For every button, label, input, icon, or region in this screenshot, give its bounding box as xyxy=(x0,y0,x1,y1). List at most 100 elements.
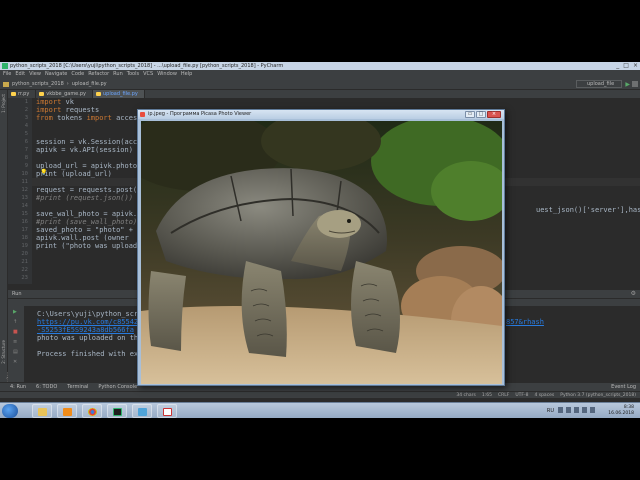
taskbar-explorer[interactable] xyxy=(32,404,52,418)
line-number: 23 xyxy=(21,275,28,281)
code-line-2: import requests xyxy=(36,106,100,114)
tray-flag-icon[interactable] xyxy=(566,407,571,413)
soft-wrap-icon[interactable]: ≡ xyxy=(13,340,19,345)
start-button[interactable] xyxy=(2,404,18,418)
line-number: 20 xyxy=(21,251,28,257)
lightbulb-icon[interactable]: 💡 xyxy=(40,169,47,176)
tray-network-icon[interactable] xyxy=(574,407,579,413)
menu-help[interactable]: Help xyxy=(181,70,192,78)
status-chars: 34 chars xyxy=(456,393,476,398)
clear-icon[interactable]: ✕ xyxy=(13,360,19,365)
menu-file[interactable]: File xyxy=(3,70,11,78)
python-file-icon xyxy=(11,92,16,96)
tool-todo-button[interactable]: 6: TODO xyxy=(36,383,57,391)
code-line-5: session = vk.Session(acce xyxy=(36,138,142,146)
taskbar-picasa-viewer[interactable] xyxy=(132,404,152,418)
structure-tool-button[interactable]: 2: Structure xyxy=(1,340,6,364)
tray-battery-icon[interactable] xyxy=(590,407,595,413)
line-number: 7 xyxy=(24,147,28,153)
tool-run-button[interactable]: 4: Run xyxy=(10,383,26,391)
window-controls: _ □ × xyxy=(616,62,638,70)
breadcrumb-file[interactable]: upload_file.py xyxy=(72,80,107,88)
code-line-3: from tokens import access xyxy=(36,114,142,122)
taskbar-pycharm[interactable] xyxy=(107,404,127,418)
taskbar-chrome[interactable] xyxy=(82,404,102,418)
line-number: 10 xyxy=(21,171,28,177)
picasa-icon xyxy=(140,112,145,117)
tab-label: upload_file.py xyxy=(102,91,138,97)
code-line-11: request = requests.post(u xyxy=(36,186,142,194)
tray-volume-icon[interactable] xyxy=(582,407,587,413)
clock[interactable]: 8:38 16.06.2018 xyxy=(608,405,634,417)
line-number: 13 xyxy=(21,195,28,201)
pycharm-icon xyxy=(113,408,122,416)
line-number: 3 xyxy=(24,115,28,121)
menu-run[interactable]: Run xyxy=(113,70,123,78)
menu-vcs[interactable]: VCS xyxy=(143,70,153,78)
project-tool-button[interactable]: 1: Project xyxy=(1,94,6,113)
menu-code[interactable]: Code xyxy=(71,70,84,78)
tab-vkbbe-game[interactable]: vkbbe_game.py xyxy=(36,90,93,98)
menu-window[interactable]: Window xyxy=(157,70,177,78)
viewer-minimize-button[interactable]: ▭ xyxy=(465,111,475,118)
status-line-separator[interactable]: CRLF xyxy=(498,392,509,399)
photo-viewer-title-bar[interactable]: ip.jpeg - Программа Picasa Photo Viewer … xyxy=(138,110,504,119)
line-number: 8 xyxy=(24,155,28,161)
photo-viewer-window[interactable]: ip.jpeg - Программа Picasa Photo Viewer … xyxy=(137,109,505,386)
status-position[interactable]: 1:65 xyxy=(482,392,492,399)
tab-upload-file[interactable]: upload_file.py xyxy=(92,90,145,98)
menu-edit[interactable]: Edit xyxy=(15,70,25,78)
console-line-6: Process finished with ex xyxy=(37,350,139,358)
line-number: 21 xyxy=(21,259,28,265)
menu-tools[interactable]: Tools xyxy=(127,70,139,78)
menu-refactor[interactable]: Refactor xyxy=(88,70,109,78)
menu-bar: File Edit View Navigate Code Refactor Ru… xyxy=(0,70,640,78)
code-line-15: #print (save_wall_photo) xyxy=(36,218,138,226)
console-link-right[interactable]: 857&rhash xyxy=(506,318,544,326)
menu-view[interactable]: View xyxy=(29,70,41,78)
run-panel-title: Run xyxy=(12,291,22,297)
navigation-bar: python_scripts_2018 › upload_file.py upl… xyxy=(0,78,640,90)
status-encoding[interactable]: UTF-8 xyxy=(515,392,528,399)
viewer-close-button[interactable]: × xyxy=(487,111,501,118)
breadcrumb: python_scripts_2018 › upload_file.py xyxy=(3,80,107,88)
system-tray xyxy=(558,407,604,414)
tool-python-console-button[interactable]: Python Console xyxy=(98,383,137,391)
tab-rr[interactable]: rr.py xyxy=(8,90,37,98)
event-log-button[interactable]: Event Log xyxy=(611,383,636,391)
rerun-icon[interactable]: ▶ xyxy=(13,310,19,315)
close-button[interactable]: × xyxy=(633,62,638,70)
taskbar-sublime-text[interactable] xyxy=(57,404,77,418)
run-icon[interactable]: ▶ xyxy=(625,81,630,88)
status-indent[interactable]: 4 spaces xyxy=(534,392,554,399)
console-link-2[interactable]: -S5253fE5S9243a8db566fa xyxy=(37,326,134,334)
console-link-1[interactable]: https://pu.vk.com/c85542 xyxy=(37,318,138,326)
maximize-button[interactable]: □ xyxy=(623,62,629,70)
status-interpreter[interactable]: Python 3.7 (python_scripts_2018) xyxy=(560,392,636,399)
scroll-up-icon[interactable]: ↑ xyxy=(13,320,19,325)
menu-navigate[interactable]: Navigate xyxy=(45,70,67,78)
taskbar-pdf-reader[interactable] xyxy=(157,404,177,418)
language-indicator[interactable]: RU xyxy=(547,408,554,414)
viewer-maximize-button[interactable]: □ xyxy=(476,111,486,118)
search-everywhere-icon[interactable] xyxy=(632,81,638,87)
tool-terminal-button[interactable]: Terminal xyxy=(67,383,88,391)
code-line-16: saved_photo = "photo" + xyxy=(36,226,138,234)
code-line-1: import vk xyxy=(36,98,74,106)
print-icon[interactable]: ▤ xyxy=(13,350,19,355)
stop-icon[interactable]: ■ xyxy=(13,330,19,335)
breadcrumb-project[interactable]: python_scripts_2018 xyxy=(12,80,64,88)
tray-up-arrow-icon[interactable] xyxy=(558,407,563,413)
code-line-6: apivk = vk.API(session) xyxy=(36,146,133,154)
run-configuration-select[interactable]: upload_file xyxy=(576,80,622,88)
minimize-button[interactable]: _ xyxy=(616,62,619,70)
breadcrumb-separator: › xyxy=(66,81,69,87)
status-bar: 34 chars 1:65 CRLF UTF-8 4 spaces Python… xyxy=(0,391,640,398)
code-line-18: print ("photo was upload xyxy=(36,242,138,250)
screen: python_scripts_2018 [C:\Users\yuji\pytho… xyxy=(0,62,640,418)
gear-icon[interactable]: ⚙ xyxy=(631,290,636,298)
line-number: 18 xyxy=(21,235,28,241)
line-number: 12 xyxy=(21,187,28,193)
tab-label: vkbbe_game.py xyxy=(46,91,86,97)
photo-viewer-controls: ▭ □ × xyxy=(465,111,501,118)
